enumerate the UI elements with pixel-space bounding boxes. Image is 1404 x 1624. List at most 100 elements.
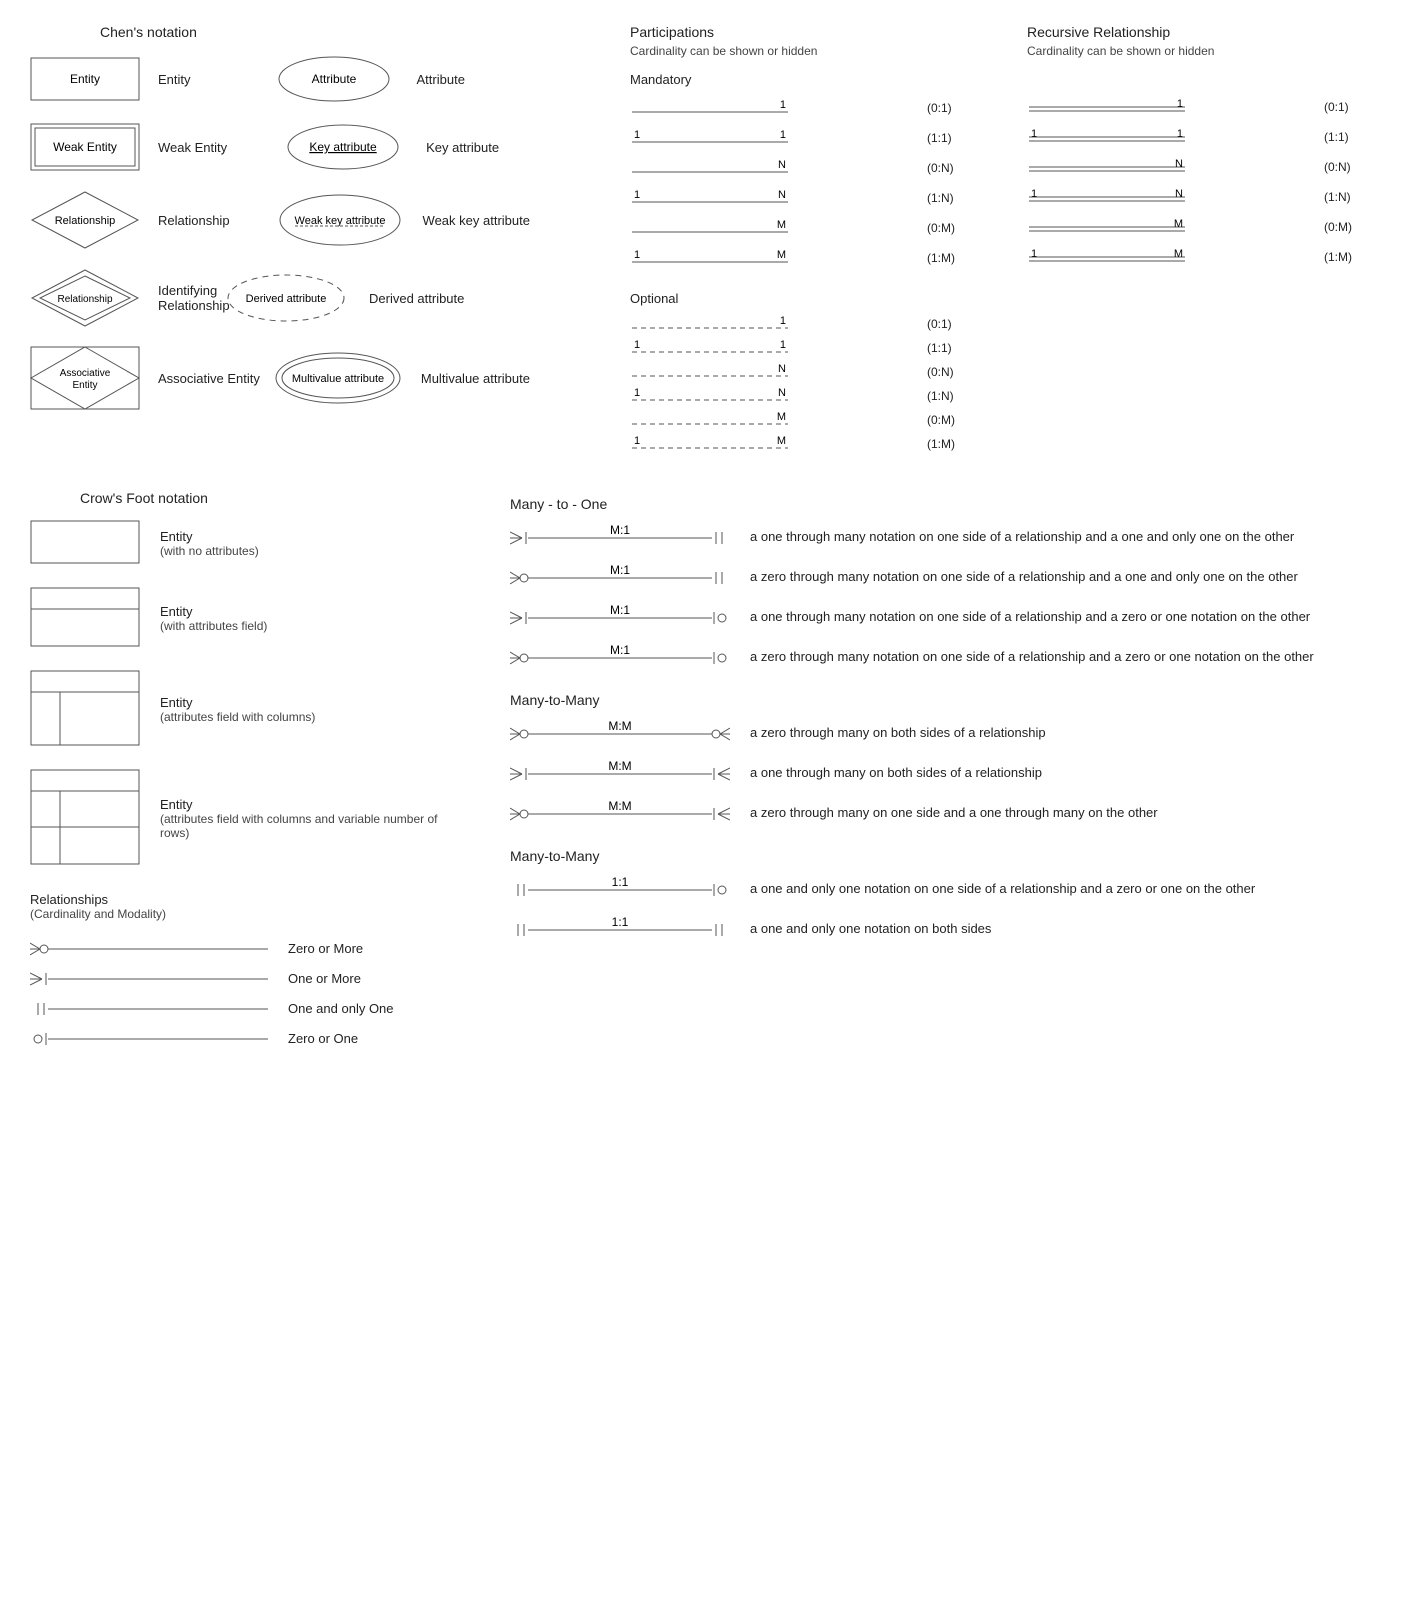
crowsfoot-entity-row: Entity (with no attributes) (30, 520, 450, 567)
cardinality-label: (1:N) (919, 389, 977, 403)
relationship-row: M:1 a one through many notation on one s… (510, 604, 1374, 628)
cardinality-row: N (0:N) (630, 360, 977, 384)
svg-text:1: 1 (634, 387, 640, 399)
cardinality-label: (0:1) (919, 101, 977, 115)
participations-title: Participations (630, 24, 977, 40)
crowsfoot-title: Crow's Foot notation (80, 490, 450, 506)
cardinality-label: (0:M) (919, 221, 977, 235)
cardinality-row: M (0:M) (1027, 212, 1374, 242)
svg-text:1: 1 (634, 339, 640, 351)
relationship-end-icon (30, 967, 270, 989)
relationship-end-icon (30, 997, 270, 1019)
many-to-many-title: Many-to-Many (510, 692, 1374, 708)
svg-text:M:1: M:1 (610, 524, 630, 537)
recursive-section: Recursive Relationship Cardinality can b… (1027, 20, 1374, 456)
svg-text:N: N (778, 189, 786, 201)
cardinality-label: (0:N) (1316, 160, 1374, 174)
cardinality-line-icon: M (1027, 217, 1187, 237)
cardinality-line-icon: 1 (630, 314, 790, 334)
svg-text:N: N (778, 387, 786, 399)
svg-text:M: M (777, 435, 786, 447)
cardinality-label: (0:1) (1316, 100, 1374, 114)
cardinality-label: (1:N) (919, 191, 977, 205)
relationship-end-icon (30, 1027, 270, 1049)
relationships-title: Relationships (30, 892, 450, 907)
cardinality-row: M (0:M) (630, 213, 977, 243)
cardinality-label: (1:1) (1316, 130, 1374, 144)
svg-text:M:M: M:M (608, 720, 631, 733)
cardinality-line-icon: 1 (630, 98, 790, 118)
recursive-subtitle: Cardinality can be shown or hidden (1027, 44, 1374, 58)
weak-entity-label: Weak Entity (158, 140, 227, 155)
relationship-line-icon: M:M (510, 720, 730, 744)
identifying-relationship-icon: Relationship (30, 268, 140, 328)
entity-label: Entity (158, 72, 191, 87)
svg-text:M:1: M:1 (610, 644, 630, 657)
svg-text:Attribute: Attribute (311, 72, 356, 86)
svg-text:M:1: M:1 (610, 564, 630, 577)
relationship-basic-row: Zero or One (30, 1027, 450, 1049)
chen-identifying-row: Relationship Identifying Relationship De… (30, 268, 570, 328)
attribute-icon: Attribute (269, 54, 399, 104)
entity-title: Entity (160, 529, 259, 544)
svg-text:Relationship: Relationship (55, 215, 116, 227)
entity-subtitle: (attributes field with columns and varia… (160, 812, 450, 840)
cardinality-label: (0:1) (919, 317, 977, 331)
associative-entity-icon: Associative Entity (30, 346, 140, 410)
cardinality-label: (0:M) (919, 413, 977, 427)
entity-shape-icon (30, 520, 140, 567)
relationship-desc: a one through many notation on one side … (750, 529, 1374, 544)
cardinality-line-icon: 1 1 (1027, 127, 1187, 147)
cardinality-label: (1:M) (919, 437, 977, 451)
svg-text:1: 1 (780, 339, 786, 351)
cardinality-line-icon: 1 M (630, 434, 790, 454)
cardinality-row: 1 N (1:N) (630, 183, 977, 213)
key-attribute-icon: Key attribute (278, 122, 408, 172)
cardinality-row: N (0:N) (1027, 152, 1374, 182)
chen-associative-row: Associative Entity Associative Entity Mu… (30, 346, 570, 410)
cardinality-row: 1 (0:1) (630, 93, 977, 123)
svg-text:1:1: 1:1 (612, 876, 629, 889)
entity-title: Entity (160, 695, 315, 710)
relationship-desc: a zero through many on one side and a on… (750, 805, 1374, 820)
svg-text:1: 1 (780, 129, 786, 141)
cardinality-line-icon: 1 1 (630, 338, 790, 358)
relationship-row: 1:1 a one and only one notation on one s… (510, 876, 1374, 900)
svg-text:1: 1 (1031, 248, 1037, 260)
relationship-row: 1:1 a one and only one notation on both … (510, 916, 1374, 940)
relationship-line-icon: M:1 (510, 524, 730, 548)
cardinality-row: 1 1 (1:1) (1027, 122, 1374, 152)
svg-text:1: 1 (634, 249, 640, 261)
relationship-line-icon: 1:1 (510, 916, 730, 940)
weak-entity-icon: Weak Entity (30, 123, 140, 171)
svg-text:1: 1 (1031, 128, 1037, 140)
svg-text:M:M: M:M (608, 800, 631, 813)
entity-subtitle: (with attributes field) (160, 619, 267, 633)
relationship-line-icon: 1:1 (510, 876, 730, 900)
cardinality-label: (1:M) (919, 251, 977, 265)
entity-shape-icon (30, 670, 140, 749)
cardinality-line-icon: 1 N (630, 188, 790, 208)
cardinality-line-icon: N (630, 362, 790, 382)
relationship-row: M:M a zero through many on both sides of… (510, 720, 1374, 744)
svg-text:1: 1 (634, 435, 640, 447)
weak-key-attribute-icon: Weak key attribute (275, 193, 405, 247)
svg-text:Key attribute: Key attribute (309, 140, 377, 154)
participations-subtitle: Cardinality can be shown or hidden (630, 44, 977, 58)
cardinality-label: (1:1) (919, 131, 977, 145)
relationship-line-icon: M:1 (510, 644, 730, 668)
svg-text:1: 1 (634, 189, 640, 201)
crowsfoot-entity-row: Entity (attributes field with columns an… (30, 769, 450, 868)
entity-subtitle: (with no attributes) (160, 544, 259, 558)
relationship-row: M:M a zero through many on one side and … (510, 800, 1374, 824)
cardinality-row: 1 N (1:N) (630, 384, 977, 408)
svg-text:M:M: M:M (608, 760, 631, 773)
many-to-one-title: Many - to - One (510, 496, 1374, 512)
svg-text:Multivalue attribute: Multivalue attribute (292, 373, 384, 385)
cardinality-row: 1 (0:1) (630, 312, 977, 336)
relationship-desc: a zero through many on both sides of a r… (750, 725, 1374, 740)
relationship-line-icon: M:1 (510, 564, 730, 588)
relationship-line-icon: M:M (510, 800, 730, 824)
one-to-one-title: Many-to-Many (510, 848, 1374, 864)
relationship-basic-label: One and only One (288, 1001, 394, 1016)
